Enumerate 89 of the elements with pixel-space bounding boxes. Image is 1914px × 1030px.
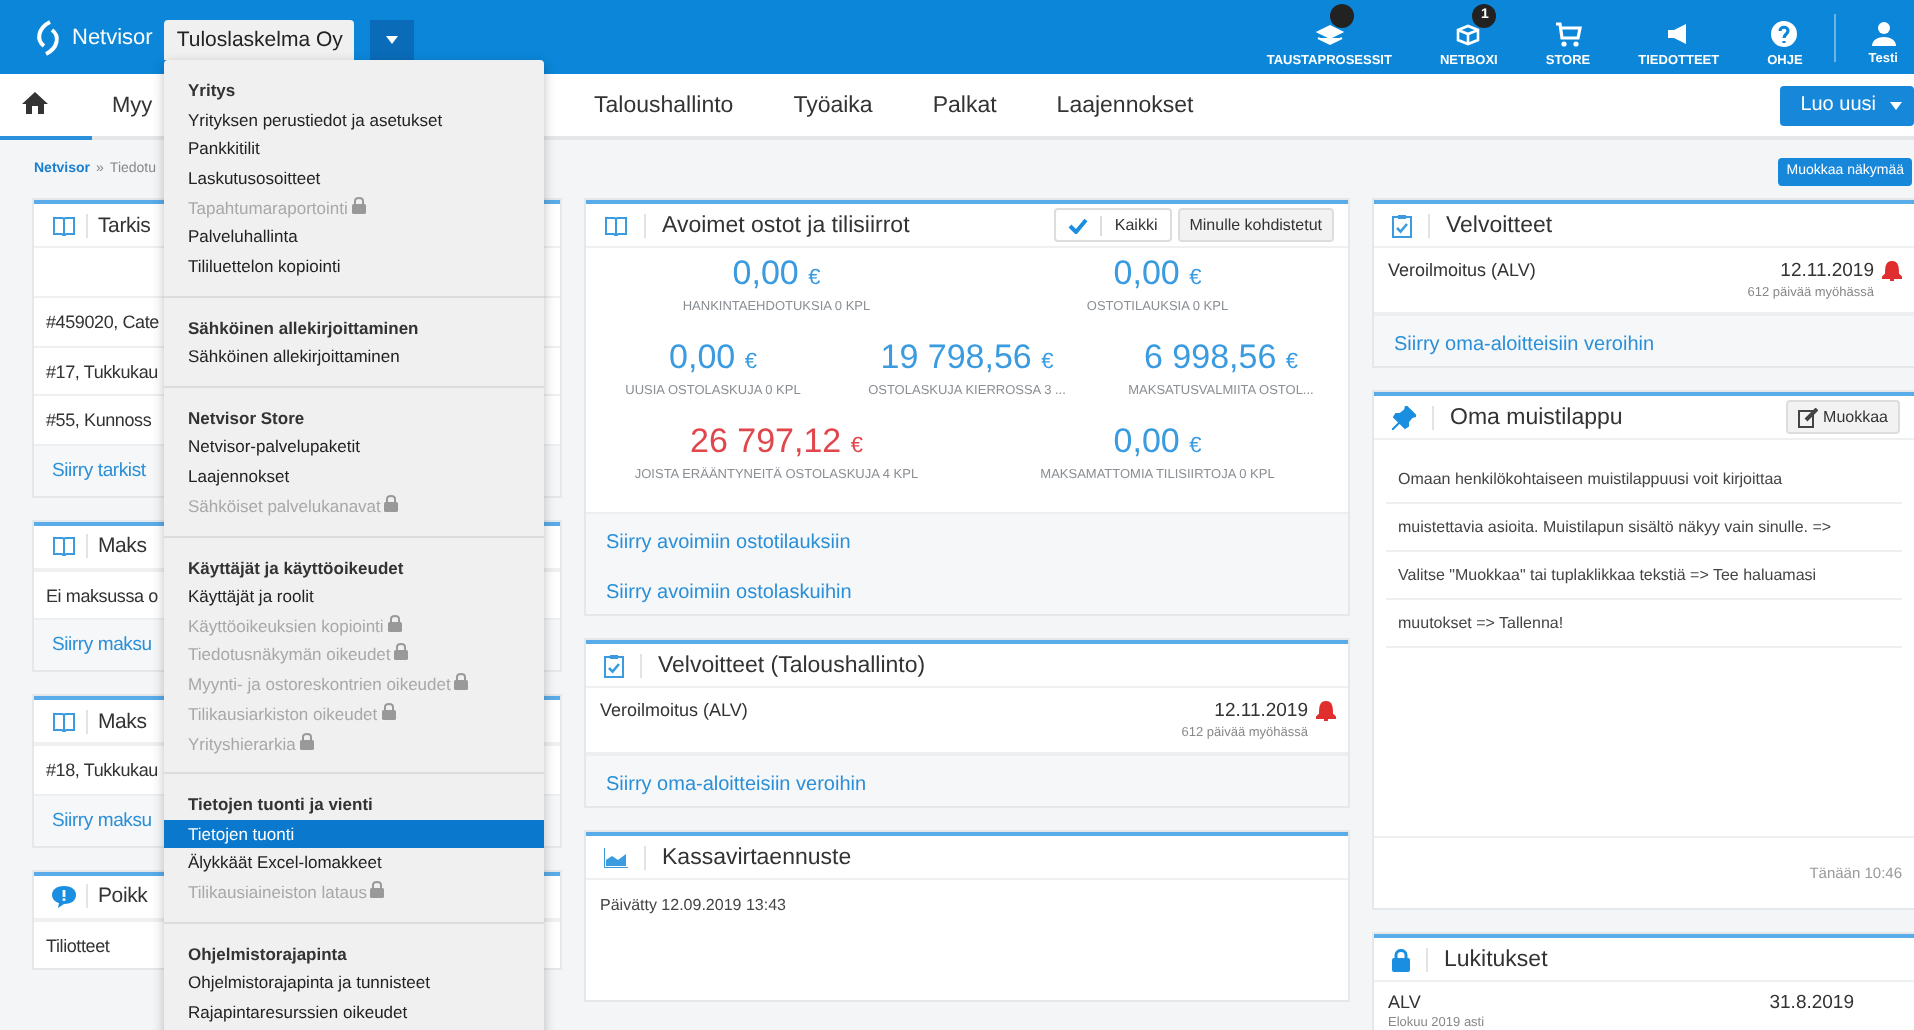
lock-icon bbox=[387, 613, 402, 632]
card-title: Velvoitteet (Taloushallinto) bbox=[658, 653, 926, 677]
card-title: Tarkis bbox=[98, 213, 151, 237]
card-title: Oma muistilappu bbox=[1450, 405, 1623, 429]
lock-icon bbox=[351, 195, 366, 214]
nav-tab[interactable]: Taloushallinto bbox=[564, 74, 764, 140]
menu-item[interactable]: Laajennokset bbox=[164, 462, 544, 492]
stat-value: 19 798,56 € bbox=[878, 336, 1056, 380]
stat-value: 0,00 € bbox=[667, 336, 759, 380]
nav-tab[interactable]: Myy bbox=[92, 74, 153, 140]
edit-button[interactable]: Muokkaa bbox=[1785, 400, 1900, 434]
stat-value: 6 998,56 € bbox=[1141, 336, 1301, 380]
assigned-to-me-button[interactable]: Minulle kohdistetut bbox=[1177, 208, 1334, 242]
menu-item[interactable]: Laskutusosoitteet bbox=[164, 163, 544, 194]
card-title: Lukitukset bbox=[1444, 947, 1548, 971]
menu-item[interactable]: Rajapintaresurssien oikeudet bbox=[164, 998, 544, 1028]
help-icon bbox=[1768, 19, 1801, 47]
menu-item[interactable]: Pankkitilit bbox=[164, 134, 544, 164]
stat-value: 0,00 € bbox=[1111, 252, 1204, 296]
menu-item[interactable]: Tietojen tuonti bbox=[164, 819, 544, 849]
card-link[interactable]: Siirry oma-aloitteisiin veroihin bbox=[606, 774, 867, 796]
menu-item[interactable]: Käyttäjät ja roolit bbox=[164, 582, 544, 612]
clipboard-check-icon bbox=[604, 653, 624, 677]
lock-icon bbox=[384, 493, 399, 512]
card-title: Maks bbox=[98, 709, 147, 733]
all-toggle-button[interactable]: Kaikki bbox=[1054, 208, 1172, 242]
menu-section-title: Ohjelmistorajapinta bbox=[186, 941, 349, 968]
check-icon bbox=[1068, 217, 1089, 233]
pin-icon bbox=[1392, 405, 1416, 429]
due-date: 12.11.2019 bbox=[1780, 260, 1874, 282]
nav-tab[interactable]: Työaika bbox=[763, 74, 903, 140]
menu-section-title: Tietojen tuonti ja vienti bbox=[186, 792, 375, 819]
company-tab[interactable]: Tuloslaskelma Oy bbox=[164, 20, 355, 60]
card-link[interactable]: Siirry avoimiin ostolaskuihin bbox=[606, 582, 852, 604]
menu-section-title: Netvisor Store bbox=[186, 405, 307, 432]
cart-icon bbox=[1552, 19, 1584, 47]
logo-text: Netvisor bbox=[72, 25, 153, 49]
chart-icon bbox=[604, 847, 628, 867]
menu-item[interactable]: Palveluhallinta bbox=[164, 222, 544, 253]
lock-icon bbox=[394, 642, 409, 661]
card-link[interactable]: Siirry avoimiin ostotilauksiin bbox=[606, 532, 851, 554]
card-title: Maks bbox=[98, 534, 147, 558]
box-icon bbox=[1452, 19, 1485, 47]
stat-value: 26 797,12 € bbox=[688, 420, 865, 464]
card-title: Kassavirtaennuste bbox=[662, 845, 852, 869]
card-title: Avoimet ostot ja tilisiirrot bbox=[662, 213, 910, 237]
clipboard-check-icon bbox=[1392, 213, 1412, 237]
lock-icon bbox=[370, 880, 385, 899]
note-text-line: muistettavia asioita. Muistilapun sisältö näkyy vain sinulle. => bbox=[1386, 504, 1902, 552]
obligation-name: Veroilmoitus (ALV) bbox=[600, 700, 750, 720]
speech-bubble-icon bbox=[52, 885, 76, 907]
note-text-line: Omaan henkilökohtaiseen muistilappuusi voit kirjoittaa bbox=[1386, 456, 1902, 504]
lock-icon bbox=[299, 731, 314, 750]
due-date: 31.8.2019 bbox=[1769, 992, 1854, 1014]
book-icon bbox=[52, 711, 76, 731]
caret-icon bbox=[1890, 101, 1902, 109]
company-dropdown-button[interactable] bbox=[370, 20, 415, 60]
lock-icon bbox=[454, 672, 469, 691]
book-icon bbox=[52, 536, 76, 556]
obligation-name: Veroilmoitus (ALV) bbox=[1388, 260, 1538, 280]
note-text-line: Valitse "Muokkaa" tai tuplaklikkaa tekstiä => Tee haluamasi bbox=[1386, 552, 1902, 600]
card-title: Poikk bbox=[98, 884, 148, 908]
home-icon bbox=[22, 91, 48, 113]
nav-tab[interactable]: Laajennokset bbox=[1026, 74, 1224, 140]
menu-item[interactable]: Sähköinen allekirjoittaminen bbox=[164, 342, 544, 372]
menu-section-title: Yritys bbox=[186, 78, 238, 104]
menu-item[interactable]: Ohjelmistorajapinta ja tunnisteet bbox=[164, 968, 544, 999]
create-new-button[interactable]: Luo uusi bbox=[1780, 85, 1914, 125]
updated-text: Päivätty 12.09.2019 13:43 bbox=[598, 894, 788, 918]
lock-icon bbox=[381, 701, 396, 720]
menu-section-title: Sähköinen allekirjoittaminen bbox=[186, 315, 421, 342]
card-title: Velvoitteet bbox=[1446, 213, 1553, 237]
menu-item[interactable]: Yrityksen perustiedot ja asetukset bbox=[164, 105, 544, 135]
stat-value: 0,00 € bbox=[1111, 420, 1204, 464]
menu-item[interactable]: Tililuettelon kopiointi bbox=[164, 252, 544, 282]
logo-icon bbox=[34, 19, 62, 55]
user-icon bbox=[1871, 20, 1896, 46]
lock-icon bbox=[1392, 947, 1410, 971]
book-icon bbox=[52, 215, 76, 235]
menu-item[interactable]: Älykkäät Excel-lomakkeet bbox=[164, 848, 544, 879]
edit-icon bbox=[1797, 407, 1818, 427]
note-text-line: muutokset => Tallenna! bbox=[1386, 600, 1902, 648]
stat-value: 0,00 € bbox=[730, 252, 823, 296]
caret-icon bbox=[386, 36, 399, 44]
book-icon bbox=[604, 215, 628, 235]
layers-icon bbox=[1313, 19, 1346, 47]
obligation-name: ALV bbox=[1388, 992, 1423, 1012]
due-date: 12.11.2019 bbox=[1214, 700, 1308, 722]
nav-tab[interactable]: Palkat bbox=[902, 74, 1027, 140]
